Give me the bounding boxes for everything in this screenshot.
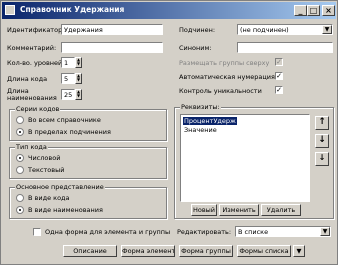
- list-item[interactable]: ПроцентУдерж: [183, 117, 237, 125]
- sort-button[interactable]: ↓: [315, 152, 329, 166]
- edit-requisite-button[interactable]: Изменить: [219, 204, 259, 216]
- levels-field[interactable]: 1: [61, 57, 75, 68]
- edit-mode-combo[interactable]: В списке ▼: [235, 226, 331, 237]
- uniqueness-checkbox[interactable]: ✓: [275, 86, 283, 94]
- chevron-down-icon[interactable]: ▼: [322, 25, 332, 34]
- dialog-window: Справочник Удержания _ □ × Идентификатор…: [0, 0, 338, 265]
- comment-field[interactable]: [61, 42, 163, 53]
- code-length-label: Длина кода: [7, 75, 48, 83]
- group-form-button[interactable]: Форма группы: [179, 245, 233, 257]
- requisites-list[interactable]: ПроцентУдерж Значение: [180, 114, 310, 202]
- levels-label: Кол-во. уровней:: [7, 59, 65, 67]
- uniqueness-label: Контроль уникальности: [179, 87, 262, 95]
- move-down-button[interactable]: ↓: [315, 134, 329, 148]
- code-type-radio-text[interactable]: [16, 166, 24, 174]
- list-forms-button[interactable]: Формы списка: [237, 245, 291, 257]
- requisites-group-title: Реквизиты:: [180, 103, 221, 111]
- code-type-group-title: Тип кода: [15, 143, 48, 151]
- series-radio-subordinate[interactable]: [16, 128, 24, 136]
- list-item[interactable]: Значение: [183, 126, 218, 134]
- sort-icon: ↓: [318, 153, 326, 162]
- comment-label: Комментарий:: [7, 44, 57, 52]
- new-requisite-button[interactable]: Новый: [191, 204, 217, 216]
- delete-requisite-button[interactable]: Удалить: [261, 204, 301, 216]
- identifier-label: Идентификатор:: [7, 26, 65, 34]
- move-up-button[interactable]: ↑: [315, 116, 329, 130]
- main-view-name-label: В виде наименования: [28, 206, 103, 214]
- one-form-checkbox[interactable]: [33, 228, 41, 236]
- main-view-code-label: В виде кода: [28, 194, 70, 202]
- main-view-radio-code[interactable]: [16, 194, 24, 202]
- code-length-spinner[interactable]: ▲ ▼: [75, 73, 82, 84]
- code-length-field[interactable]: 5: [61, 73, 75, 84]
- name-length-spinner[interactable]: ▲ ▼: [75, 89, 82, 100]
- minimize-button[interactable]: _: [294, 5, 307, 16]
- arrow-up-icon: ↑: [318, 117, 326, 127]
- auto-numbering-checkbox[interactable]: ✓: [275, 72, 283, 80]
- code-type-group: Тип кода Числовой Текстовый: [9, 143, 167, 179]
- subordinate-label: Подчинен:: [179, 26, 216, 34]
- main-view-radio-name[interactable]: [16, 206, 24, 214]
- description-button[interactable]: Описание: [63, 245, 117, 257]
- code-type-radio-numeric[interactable]: [16, 154, 24, 162]
- main-view-group: Основное представление В виде кода В вид…: [9, 183, 167, 219]
- series-option-subordinate-label: В пределах подчинения: [28, 128, 111, 136]
- maximize-button[interactable]: □: [307, 5, 320, 16]
- series-group: Серии кодов Во всем справочнике В предел…: [9, 105, 167, 141]
- series-option-all-label: Во всем справочнике: [28, 116, 101, 124]
- series-group-title: Серии кодов: [15, 105, 61, 113]
- app-icon: [5, 5, 15, 15]
- name-length-field[interactable]: 25: [61, 89, 75, 100]
- place-groups-label: Размещать группы сверху: [179, 59, 270, 67]
- chevron-down-icon[interactable]: ▼: [320, 227, 330, 236]
- code-type-numeric-label: Числовой: [28, 154, 61, 162]
- synonym-label: Синоним:: [179, 44, 212, 52]
- auto-numbering-label: Автоматическая нумерация: [179, 73, 275, 81]
- code-type-text-label: Текстовый: [28, 166, 65, 174]
- element-form-button[interactable]: Форма элемента: [121, 245, 175, 257]
- edit-mode-label: Редактировать:: [177, 228, 232, 236]
- series-radio-all[interactable]: [16, 116, 24, 124]
- list-forms-dropdown-button[interactable]: ▼: [293, 245, 305, 257]
- chevron-down-icon: ▼: [296, 247, 302, 255]
- one-form-label: Одна форма для элемента и группы: [45, 228, 171, 236]
- synonym-field[interactable]: [237, 42, 333, 53]
- title-bar[interactable]: Справочник Удержания _ □ ×: [2, 2, 336, 19]
- place-groups-checkbox[interactable]: ✓: [275, 58, 283, 66]
- close-button[interactable]: ×: [322, 5, 335, 16]
- requisites-group: Реквизиты: ПроцентУдерж Значение ↑ ↓ ↓ Н…: [174, 103, 334, 219]
- name-length-label-2: наименования: [7, 94, 57, 102]
- levels-spinner[interactable]: ▲ ▼: [75, 57, 82, 68]
- window-title: Справочник Удержания: [20, 5, 125, 14]
- arrow-down-icon: ↓: [318, 135, 326, 145]
- main-view-group-title: Основное представление: [15, 183, 105, 191]
- subordinate-combo[interactable]: (не подчинен) ▼: [237, 24, 333, 35]
- identifier-field[interactable]: Удержания: [61, 24, 163, 35]
